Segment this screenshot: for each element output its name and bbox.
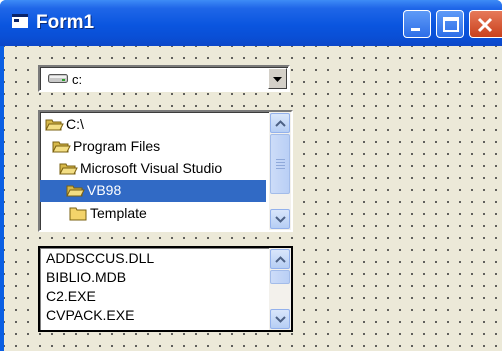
dir-item-microsoft-visual-studio[interactable]: Microsoft Visual Studio — [59, 158, 265, 180]
chevron-up-icon — [275, 120, 286, 127]
dir-list-scrollbar[interactable] — [269, 112, 291, 230]
scroll-up-button[interactable] — [270, 249, 290, 269]
window-title: Form1 — [36, 12, 95, 33]
minimize-button[interactable] — [403, 10, 431, 38]
scroll-up-button[interactable] — [270, 113, 290, 133]
file-item[interactable]: ADDSCCUS.DLL — [46, 250, 154, 266]
chevron-down-icon — [275, 316, 286, 323]
dir-item-template[interactable]: Template — [69, 203, 259, 225]
drive-icon — [48, 74, 68, 83]
drive-list-box[interactable]: c: — [38, 65, 290, 92]
drive-selected-value: c: — [72, 72, 83, 87]
dir-item-root[interactable]: C:\ — [45, 114, 255, 136]
file-list-scrollbar[interactable] — [269, 248, 291, 330]
minimize-icon — [411, 28, 420, 31]
dir-item-label: VB98 — [87, 182, 122, 198]
scroll-thumb[interactable] — [270, 270, 290, 284]
dir-item-program-files[interactable]: Program Files — [52, 136, 255, 158]
file-item[interactable]: BIBLIO.MDB — [46, 269, 126, 285]
dir-item-label: Microsoft Visual Studio — [80, 160, 223, 176]
chevron-down-icon — [273, 77, 282, 82]
dir-item-label: C:\ — [66, 116, 84, 132]
title-bar[interactable]: Form1 — [0, 0, 502, 46]
file-list-box[interactable]: ADDSCCUS.DLL BIBLIO.MDB C2.EXE CVPACK.EX… — [38, 246, 293, 332]
dir-item-vb98[interactable]: VB98 — [40, 180, 266, 202]
close-icon — [477, 17, 493, 33]
dir-item-label: Template — [90, 205, 147, 221]
maximize-icon — [443, 17, 459, 32]
scroll-thumb[interactable] — [270, 134, 290, 194]
open-folder-icon — [59, 163, 78, 175]
form-app-icon — [12, 14, 28, 28]
drive-dropdown-button[interactable] — [268, 68, 287, 89]
form-window: Form1 c: C:\ Program Files Microsoft Vis… — [0, 0, 502, 351]
file-item[interactable]: CVPACK.EXE — [46, 307, 134, 323]
folder-icon — [69, 207, 87, 221]
open-folder-icon — [45, 119, 64, 131]
dir-item-label: Program Files — [73, 138, 161, 154]
scroll-down-button[interactable] — [270, 209, 290, 229]
scroll-down-button[interactable] — [270, 309, 290, 329]
file-item[interactable]: C2.EXE — [46, 288, 96, 304]
directory-list-box[interactable]: C:\ Program Files Microsoft Visual Studi… — [38, 110, 293, 232]
chevron-down-icon — [275, 216, 286, 223]
maximize-button[interactable] — [436, 10, 464, 38]
open-folder-icon — [52, 141, 71, 153]
open-folder-icon — [66, 185, 85, 197]
close-button[interactable] — [469, 10, 502, 38]
chevron-up-icon — [275, 256, 286, 263]
